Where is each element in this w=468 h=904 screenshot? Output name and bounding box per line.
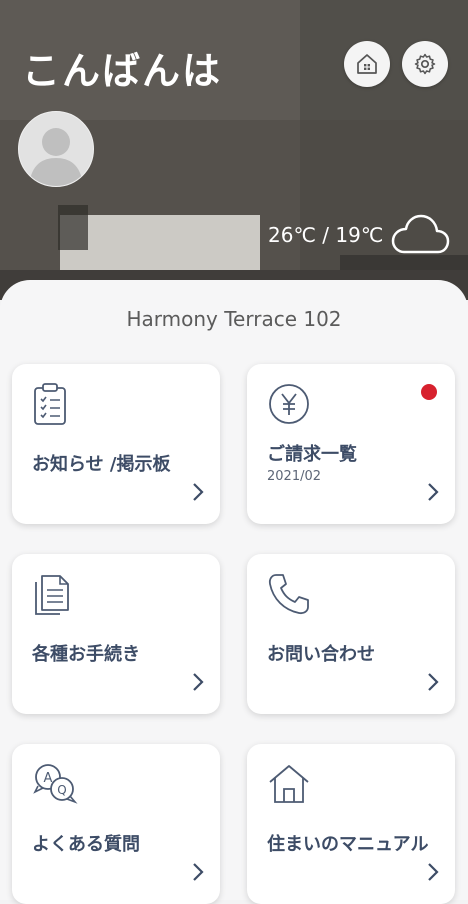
- home-icon: [357, 54, 377, 74]
- svg-text:Q: Q: [57, 783, 66, 797]
- manual-label: 住まいのマニュアル: [267, 834, 429, 855]
- property-name: Harmony Terrace 102: [126, 307, 342, 331]
- procedures-label: 各種お手続き: [32, 644, 140, 665]
- chevron-right-icon: [428, 483, 439, 501]
- avatar[interactable]: [18, 111, 94, 187]
- phone-icon: [268, 574, 309, 615]
- contact-card[interactable]: お問い合わせ: [247, 554, 455, 714]
- billing-date: 2021/02: [267, 469, 322, 484]
- home-button[interactable]: [344, 41, 390, 87]
- notices-label: お知らせ /掲示板: [32, 454, 171, 475]
- user-silhouette-icon: [29, 128, 83, 186]
- faq-card[interactable]: A Q よくある質問: [12, 744, 220, 904]
- manual-card[interactable]: 住まいのマニュアル: [247, 744, 455, 904]
- gear-icon: [414, 53, 436, 75]
- contact-label: お問い合わせ: [267, 644, 375, 665]
- chevron-right-icon: [193, 863, 204, 881]
- weather-temperature: 26℃ / 19℃: [268, 223, 384, 247]
- chevron-right-icon: [193, 673, 204, 691]
- clipboard-checklist-icon: [34, 383, 66, 425]
- chevron-right-icon: [428, 673, 439, 691]
- cloud-icon: [391, 214, 450, 254]
- procedures-card[interactable]: 各種お手続き: [12, 554, 220, 714]
- house-icon: [269, 765, 309, 803]
- unread-badge: [421, 384, 437, 400]
- billing-label: ご請求一覧: [267, 444, 357, 465]
- faq-bubbles-icon: A Q: [33, 764, 78, 804]
- documents-icon: [35, 575, 69, 615]
- billing-card[interactable]: ご請求一覧 2021/02: [247, 364, 455, 524]
- chevron-right-icon: [428, 863, 439, 881]
- svg-text:A: A: [44, 771, 53, 786]
- faq-label: よくある質問: [32, 834, 140, 855]
- notices-card[interactable]: お知らせ /掲示板: [12, 364, 220, 524]
- yen-circle-icon: [269, 384, 309, 424]
- chevron-right-icon: [193, 483, 204, 501]
- greeting-title: こんばんは: [22, 49, 223, 93]
- settings-button[interactable]: [402, 41, 448, 87]
- header-background: こんばんは 26℃ / 19℃: [0, 0, 468, 300]
